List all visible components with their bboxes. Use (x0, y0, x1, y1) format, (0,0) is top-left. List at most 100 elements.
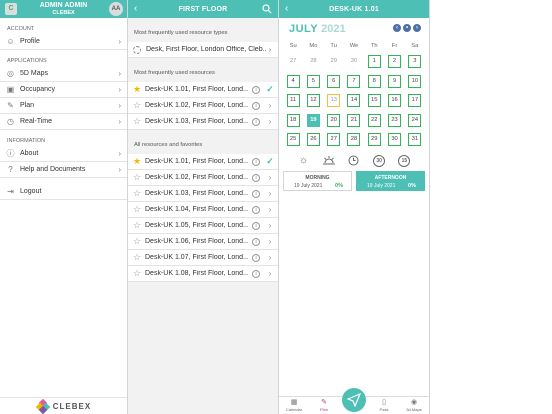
resource-row[interactable]: ☆ Desk-UK 1.04, First Floor, Lond... i › (128, 202, 278, 218)
calendar-day[interactable]: 22 (364, 111, 384, 131)
calendar-day[interactable]: 7 (344, 72, 364, 92)
star-outline-icon[interactable]: ☆ (132, 204, 142, 215)
calendar-day[interactable]: 6 (324, 72, 344, 92)
today-icon[interactable]: • (403, 24, 411, 32)
calendar-day[interactable]: 10 (405, 72, 425, 92)
calendar-day[interactable]: 19 (303, 111, 323, 131)
resource-row[interactable]: ☆ Desk-UK 1.03, First Floor, Lond... i › (128, 186, 278, 202)
calendar-day[interactable]: 3 (405, 52, 425, 72)
logo-text: CLEBEX (52, 401, 92, 411)
calendar-day[interactable]: 30 (384, 130, 404, 150)
star-outline-icon[interactable]: ☆ (132, 116, 142, 127)
search-icon[interactable] (262, 4, 272, 14)
calendar-day[interactable]: 14 (344, 91, 364, 111)
menu-item-profile[interactable]: ☺ Profile › (0, 34, 127, 50)
30-minutes-icon[interactable]: 30 (373, 154, 386, 167)
resource-row[interactable]: ☆ Desk-UK 1.02, First Floor, Lond... i › (128, 98, 278, 114)
chevron-right-icon: › (118, 101, 121, 110)
slot-afternoon[interactable]: AFTERNOON 19 July 2021 0% (356, 170, 425, 191)
resource-row[interactable]: ☆ Desk-UK 1.06, First Floor, Lond... i › (128, 234, 278, 250)
calendar-day[interactable]: 28 (344, 130, 364, 150)
calendar-day[interactable]: 17 (405, 91, 425, 111)
day-number: 28 (347, 133, 361, 147)
resource-row[interactable]: ★ Desk-UK 1.01, First Floor, Lond... i ✓ (128, 82, 278, 98)
resource-row[interactable]: ☆ Desk-UK 1.03, First Floor, Lond... i › (128, 114, 278, 130)
resource-row[interactable]: ☆ Desk-UK 1.07, First Floor, Lond... i › (128, 250, 278, 266)
tab-calendar[interactable]: ▦ Calendar (279, 397, 309, 414)
info-icon[interactable]: i (252, 85, 260, 94)
calendar-day[interactable]: 25 (283, 130, 303, 150)
plan-icon: ✎ (321, 399, 327, 406)
calendar-day[interactable]: 13 (324, 91, 344, 111)
tab-5d-maps[interactable]: ◉ 5d Maps (399, 397, 429, 414)
calendar-day[interactable]: 16 (384, 91, 404, 111)
calendar-day: 27 (283, 52, 303, 72)
send-button[interactable] (342, 388, 366, 412)
calendar-day[interactable]: 12 (303, 91, 323, 111)
weekday-label: Th (370, 43, 378, 49)
info-icon[interactable]: i (252, 117, 260, 126)
star-outline-icon[interactable]: ☆ (132, 220, 142, 231)
clebex-logo: CLEBEX (0, 397, 127, 414)
sunset-icon[interactable] (322, 155, 335, 167)
calendar-day[interactable]: 9 (384, 72, 404, 92)
resource-row[interactable]: ☆ Desk-UK 1.02, First Floor, Lond... i › (128, 170, 278, 186)
menu-item-about[interactable]: ⓘ About › (0, 146, 127, 162)
info-icon[interactable]: i (252, 189, 260, 198)
menu-item-real-time[interactable]: ◷ Real-Time › (0, 114, 127, 130)
info-icon[interactable]: i (252, 253, 260, 262)
calendar-day[interactable]: 31 (405, 130, 425, 150)
resource-type-row[interactable]: Desk, First Floor, London Office, Cleb..… (128, 42, 278, 58)
resource-row[interactable]: ☆ Desk-UK 1.05, First Floor, Lond... i › (128, 218, 278, 234)
calendar-day[interactable]: 11 (283, 91, 303, 111)
slot-morning[interactable]: MORNING 19 July 2021 0% (283, 170, 352, 191)
star-outline-icon[interactable]: ☆ (132, 268, 142, 279)
calendar-day[interactable]: 27 (324, 130, 344, 150)
info-icon[interactable]: i (252, 101, 260, 110)
star-outline-icon[interactable]: ☆ (132, 172, 142, 183)
calendar-day[interactable]: 5 (303, 72, 323, 92)
info-icon[interactable]: i (252, 205, 260, 214)
next-month-icon[interactable]: › (413, 24, 421, 32)
info-icon[interactable]: i (252, 221, 260, 230)
info-icon[interactable]: i (252, 269, 260, 278)
sun-icon[interactable]: ☼ (298, 155, 310, 167)
tab-plan[interactable]: ✎ Plan (309, 397, 339, 414)
star-outline-icon[interactable]: ☆ (132, 252, 142, 263)
calendar-day[interactable]: 24 (405, 111, 425, 131)
calendar-day[interactable]: 8 (364, 72, 384, 92)
resource-row[interactable]: ☆ Desk-UK 1.08, First Floor, Lond... i › (128, 266, 278, 282)
15-minutes-icon[interactable]: 15 (398, 154, 411, 167)
star-outline-icon[interactable]: ☆ (132, 188, 142, 199)
user-avatar[interactable]: AA (109, 2, 123, 16)
info-icon[interactable]: i (252, 237, 260, 246)
star-filled-icon[interactable]: ★ (132, 84, 142, 95)
calendar-day[interactable]: 18 (283, 111, 303, 131)
menu-item-help-and-documents[interactable]: ? Help and Documents › (0, 162, 127, 178)
calendar-day[interactable]: 21 (344, 111, 364, 131)
menu-item-occupancy[interactable]: ▣ Occupancy › (0, 82, 127, 98)
star-outline-icon[interactable]: ☆ (132, 100, 142, 111)
calendar-day[interactable]: 23 (384, 111, 404, 131)
calendar-week: 18 19 20 21 22 23 24 (279, 111, 429, 131)
calendar-day[interactable]: 15 (364, 91, 384, 111)
clock-icon[interactable] (348, 155, 360, 167)
prev-month-icon[interactable]: ‹ (393, 24, 401, 32)
menu-item-plan[interactable]: ✎ Plan › (0, 98, 127, 114)
star-filled-icon[interactable]: ★ (132, 156, 142, 167)
resource-row[interactable]: ★ Desk-UK 1.01, First Floor, Lond... i ✓ (128, 154, 278, 170)
calendar-day[interactable]: 2 (384, 52, 404, 72)
calendar-day[interactable]: 26 (303, 130, 323, 150)
tab-pass[interactable]: ▯ Pass (369, 397, 399, 414)
calendar-day[interactable]: 4 (283, 72, 303, 92)
calendar-day[interactable]: 29 (364, 130, 384, 150)
calendar-day[interactable]: 1 (364, 52, 384, 72)
day-number: 17 (408, 94, 422, 108)
calendar-day[interactable]: 20 (324, 111, 344, 131)
menu-item-5d-maps[interactable]: ◎ 5D Maps › (0, 66, 127, 82)
star-outline-icon[interactable]: ☆ (132, 236, 142, 247)
section-information: INFORMATION (7, 138, 46, 144)
menu-item-logout[interactable]: ⇥ Logout (0, 184, 127, 200)
info-icon[interactable]: i (252, 173, 260, 182)
info-icon[interactable]: i (252, 157, 260, 166)
